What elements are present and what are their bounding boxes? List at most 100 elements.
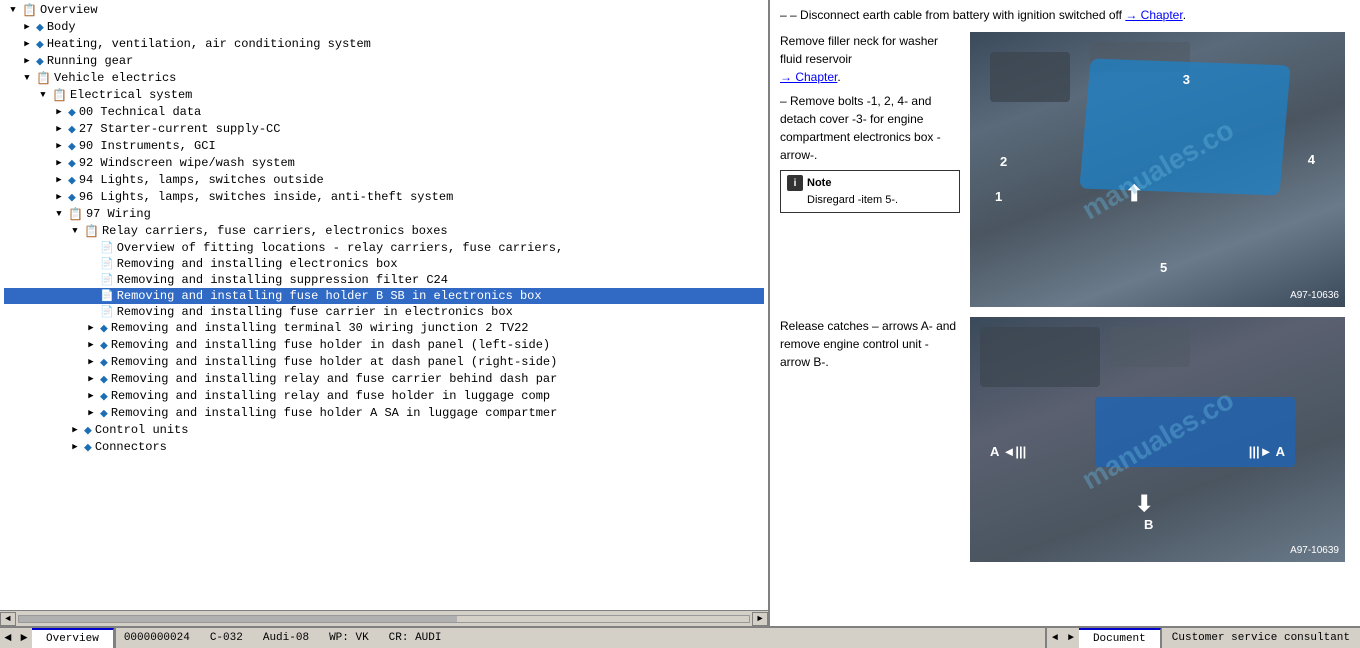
img1-code: A97-10636 — [1290, 288, 1339, 303]
expand-icon[interactable]: ▶ — [20, 20, 34, 34]
tab-nav-left[interactable]: ◄ — [0, 628, 16, 648]
diamond-icon: ◆ — [100, 338, 108, 353]
scroll-thumb[interactable] — [19, 616, 457, 622]
expand-icon[interactable]: ▶ — [20, 37, 34, 51]
img2-code: A97-10639 — [1290, 543, 1339, 558]
expand-icon[interactable]: ▶ — [20, 54, 34, 68]
expand-icon[interactable]: ▶ — [52, 190, 66, 204]
img2-label-b: B — [1144, 515, 1153, 535]
tree-item-9[interactable]: ▶◆92 Windscreen wipe/wash system — [4, 155, 764, 172]
tree-item-21[interactable]: ▶◆Removing and installing fuse holder at… — [4, 354, 764, 371]
expand-icon[interactable]: ▼ — [6, 3, 20, 17]
tree-item-0[interactable]: ▼📋Overview — [4, 2, 764, 19]
tree-item-23[interactable]: ▶◆Removing and installing relay and fuse… — [4, 388, 764, 405]
tree-item-20[interactable]: ▶◆Removing and installing fuse holder in… — [4, 337, 764, 354]
tree-item-11[interactable]: ▶◆96 Lights, lamps, switches inside, ant… — [4, 189, 764, 206]
tab-nav-left-2[interactable]: ◄ — [1047, 628, 1063, 648]
tree-item-15[interactable]: 📄Removing and installing electronics box — [4, 256, 764, 272]
tree-label: Vehicle electrics — [54, 71, 176, 85]
expand-icon[interactable]: ▼ — [20, 71, 34, 85]
tree-item-3[interactable]: ▶◆Running gear — [4, 53, 764, 70]
image-column-1: 1 2 3 4 5 ⬆ A97-10636 manuales.co — [970, 32, 1350, 307]
diamond-icon: ◆ — [36, 37, 44, 52]
tree-item-24[interactable]: ▶◆Removing and installing fuse holder A … — [4, 405, 764, 422]
tree-item-8[interactable]: ▶◆90 Instruments, GCI — [4, 138, 764, 155]
doc-icon: 📄 — [100, 305, 114, 319]
expand-icon — [84, 241, 98, 255]
tree-label: Removing and installing fuse holder A SA… — [111, 406, 557, 420]
img1-label-3: 3 — [1183, 70, 1190, 90]
expand-icon[interactable]: ▶ — [84, 338, 98, 352]
tree-item-10[interactable]: ▶◆94 Lights, lamps, switches outside — [4, 172, 764, 189]
diamond-icon: ◆ — [84, 440, 92, 455]
tab-nav-right-2[interactable]: ► — [1063, 628, 1079, 648]
tree-label: 94 Lights, lamps, switches outside — [79, 173, 324, 187]
chapter-link-1[interactable]: → Chapter — [1125, 8, 1182, 22]
expand-icon[interactable]: ▶ — [52, 173, 66, 187]
horizontal-scrollbar[interactable]: ◄ ► — [0, 610, 768, 626]
tree-item-17[interactable]: 📄Removing and installing fuse holder B S… — [4, 288, 764, 304]
instruction-block-2: Release catches – arrows A- and remove e… — [780, 317, 1350, 562]
tree-label: Removing and installing fuse holder at d… — [111, 355, 557, 369]
tab-overview[interactable]: Overview — [32, 628, 114, 648]
expand-icon[interactable]: ▼ — [52, 207, 66, 221]
tree-label: Removing and installing relay and fuse h… — [111, 389, 550, 403]
tree-item-12[interactable]: ▼📋97 Wiring — [4, 206, 764, 223]
tree-item-25[interactable]: ▶◆Control units — [4, 422, 764, 439]
diamond-icon: ◆ — [100, 389, 108, 404]
scroll-right[interactable]: ► — [752, 612, 768, 626]
expand-icon[interactable]: ▶ — [84, 389, 98, 403]
expand-icon[interactable]: ▶ — [84, 406, 98, 420]
tree-item-7[interactable]: ▶◆27 Starter-current supply-CC — [4, 121, 764, 138]
tree-item-5[interactable]: ▼📋Electrical system — [4, 87, 764, 104]
expand-icon[interactable]: ▶ — [84, 355, 98, 369]
expand-icon[interactable]: ▶ — [52, 156, 66, 170]
tree-item-14[interactable]: 📄Overview of fitting locations - relay c… — [4, 240, 764, 256]
tree-label: 00 Technical data — [79, 105, 201, 119]
tree-area[interactable]: ▼📋Overview▶◆Body▶◆Heating, ventilation, … — [0, 0, 768, 610]
diamond-icon: ◆ — [68, 173, 76, 188]
tree-label: Removing and installing terminal 30 wiri… — [111, 321, 529, 335]
expand-icon[interactable]: ▶ — [52, 105, 66, 119]
content-area: – – Disconnect earth cable from battery … — [780, 6, 1350, 562]
tree-label: Removing and installing fuse carrier in … — [117, 305, 513, 319]
expand-icon[interactable]: ▶ — [68, 423, 82, 437]
tree-label: Control units — [95, 423, 189, 437]
tree-label: Relay carriers, fuse carriers, electroni… — [102, 224, 448, 238]
expand-icon[interactable]: ▶ — [52, 122, 66, 136]
expand-icon — [84, 273, 98, 287]
tree-item-16[interactable]: 📄Removing and installing suppression fil… — [4, 272, 764, 288]
tree-label: 97 Wiring — [86, 207, 151, 221]
status-consultant: Customer service consultant — [1161, 628, 1360, 648]
expand-icon — [84, 305, 98, 319]
expand-icon[interactable]: ▶ — [84, 321, 98, 335]
expand-icon[interactable]: ▶ — [84, 372, 98, 386]
expand-icon[interactable]: ▶ — [52, 139, 66, 153]
tree-label: Removing and installing fuse holder in d… — [111, 338, 550, 352]
expand-icon[interactable]: ▼ — [36, 88, 50, 102]
tab-document[interactable]: Document — [1079, 628, 1161, 648]
diamond-icon: ◆ — [68, 139, 76, 154]
scroll-left[interactable]: ◄ — [0, 612, 16, 626]
tree-item-4[interactable]: ▼📋Vehicle electrics — [4, 70, 764, 87]
expand-icon[interactable]: ▼ — [68, 224, 82, 238]
right-panel[interactable]: – – Disconnect earth cable from battery … — [770, 0, 1360, 626]
tree-item-19[interactable]: ▶◆Removing and installing terminal 30 wi… — [4, 320, 764, 337]
status-item-2: C-032 — [210, 632, 243, 644]
tree-label: Removing and installing fuse holder B SB… — [117, 289, 542, 303]
note-label: Note — [807, 177, 831, 189]
tree-item-18[interactable]: 📄Removing and installing fuse carrier in… — [4, 304, 764, 320]
text-column-2: Release catches – arrows A- and remove e… — [780, 317, 960, 562]
tree-item-6[interactable]: ▶◆00 Technical data — [4, 104, 764, 121]
expand-icon[interactable]: ▶ — [68, 440, 82, 454]
tree-item-26[interactable]: ▶◆Connectors — [4, 439, 764, 456]
tab-nav-right[interactable]: ► — [16, 628, 32, 648]
chapter-link-2[interactable]: → Chapter — [780, 70, 837, 84]
tree-item-1[interactable]: ▶◆Body — [4, 19, 764, 36]
tree-label: 96 Lights, lamps, switches inside, anti-… — [79, 190, 453, 204]
tree-item-2[interactable]: ▶◆Heating, ventilation, air conditioning… — [4, 36, 764, 53]
scroll-track[interactable] — [18, 615, 750, 623]
tree-item-13[interactable]: ▼📋Relay carriers, fuse carriers, electro… — [4, 223, 764, 240]
doc-icon: 📄 — [100, 273, 114, 287]
tree-item-22[interactable]: ▶◆Removing and installing relay and fuse… — [4, 371, 764, 388]
